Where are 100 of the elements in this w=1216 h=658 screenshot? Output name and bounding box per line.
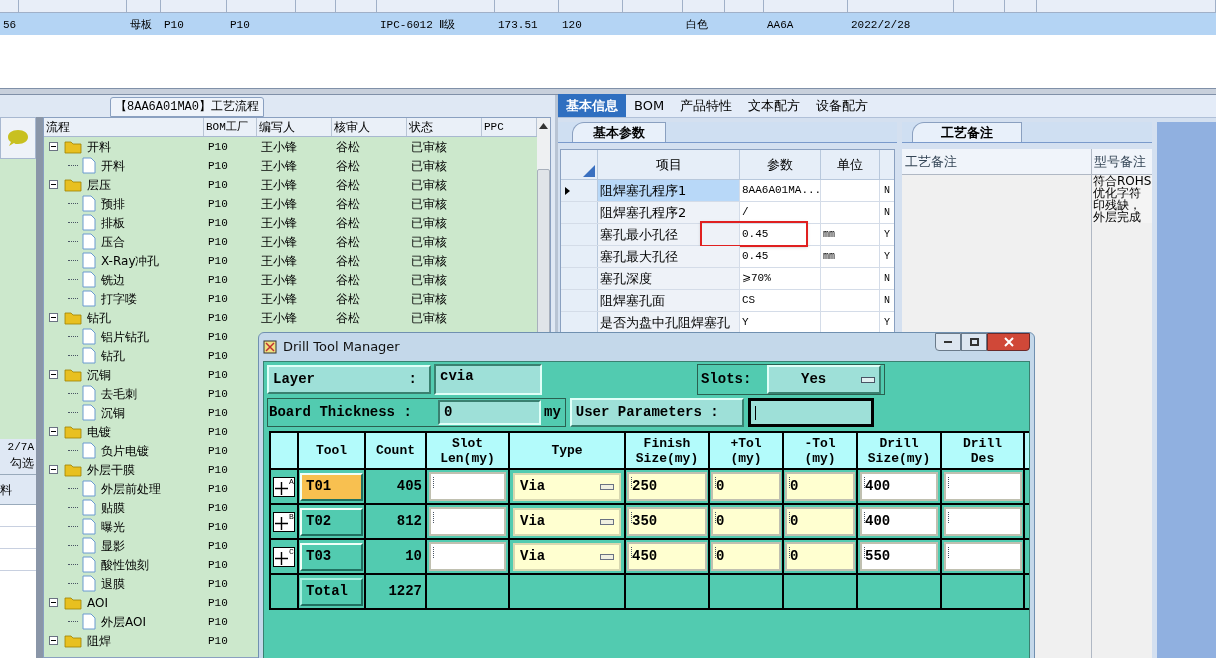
input-field[interactable]: 0 [785, 472, 855, 501]
tab[interactable]: 设备配方 [808, 94, 877, 117]
flow-step-name[interactable]: 开料 [101, 156, 125, 175]
expand-button[interactable]: A [273, 476, 295, 497]
collapse-toggle[interactable] [49, 465, 58, 474]
input-field[interactable]: 400 [860, 507, 938, 536]
input-field[interactable] [943, 542, 1022, 571]
flow-step-name[interactable]: 铝片钻孔 [101, 327, 149, 346]
input-field[interactable]: 250 [627, 472, 707, 501]
input-field[interactable] [429, 542, 506, 571]
thickness-field[interactable]: 0 [438, 400, 541, 425]
table-cell: IPC-6012 Ⅱ级 [380, 18, 456, 31]
input-field[interactable]: 450 [627, 542, 707, 571]
flow-step-name[interactable]: 显影 [101, 536, 125, 555]
table-cell: P10 [208, 578, 228, 591]
minimize-button[interactable] [935, 333, 961, 351]
row-header[interactable] [561, 180, 598, 201]
table-row[interactable]: 塞孔最大孔径 0.45 mm Y [561, 246, 894, 268]
tab[interactable]: 基本信息 [558, 94, 626, 117]
input-field[interactable] [943, 507, 1022, 536]
dropdown-icon [861, 376, 875, 383]
input-field[interactable] [943, 472, 1022, 501]
collapse-toggle[interactable] [49, 598, 58, 607]
tab[interactable]: 产品特性 [672, 94, 741, 117]
splitter[interactable] [0, 88, 1216, 95]
table-cell: P10 [208, 597, 228, 610]
close-button[interactable] [987, 333, 1030, 351]
flow-step-name[interactable]: 层压 [87, 175, 111, 194]
flow-step-name[interactable]: 外层AOI [101, 612, 146, 631]
expand-button[interactable]: B [273, 511, 295, 532]
slots-dropdown[interactable]: Yes [767, 365, 881, 394]
flow-step-name[interactable]: 贴膜 [101, 498, 125, 517]
flow-step-name[interactable]: 钻孔 [87, 308, 111, 327]
flow-step-name[interactable]: 去毛刺 [101, 384, 137, 403]
type-dropdown[interactable]: Via [513, 472, 621, 501]
flow-step-name[interactable]: X-Ray冲孔 [101, 251, 160, 270]
flow-step-name[interactable]: 铣边 [101, 270, 125, 289]
slots-label: Slots: [701, 370, 753, 389]
flow-step-name[interactable]: 酸性蚀刻 [101, 555, 149, 574]
flow-step-name[interactable]: 预排 [101, 194, 125, 213]
expand-button[interactable]: C [273, 546, 295, 567]
flow-step-name[interactable]: 外层前处理 [101, 479, 161, 498]
tool-button[interactable]: T02 [300, 507, 363, 536]
type-dropdown[interactable]: Via [513, 507, 621, 536]
tool-count: 812 [396, 512, 422, 531]
flow-step-name[interactable]: 电镀 [87, 422, 111, 441]
collapse-toggle[interactable] [49, 180, 58, 189]
flow-step-name[interactable]: 打字喽 [101, 289, 137, 308]
input-field[interactable]: 350 [627, 507, 707, 536]
flow-step-name[interactable]: 排板 [101, 213, 125, 232]
table-row[interactable]: 阻焊塞孔程序2 / N [561, 202, 894, 224]
user-parameters-button[interactable]: User Parameters : [569, 398, 744, 427]
flow-step-name[interactable]: 曝光 [101, 517, 125, 536]
collapse-toggle[interactable] [49, 427, 58, 436]
flow-step-name[interactable]: 外层干膜 [87, 460, 135, 479]
input-field[interactable]: 400 [860, 472, 938, 501]
table-cell: 阻焊塞孔程序1 [598, 180, 740, 201]
table-row[interactable]: 阻焊塞孔面 CS N [561, 290, 894, 312]
collapse-toggle[interactable] [49, 313, 58, 322]
input-field[interactable] [429, 507, 506, 536]
flow-step-name[interactable]: 退膜 [101, 574, 125, 593]
flow-step-name[interactable]: 阻焊 [87, 631, 111, 650]
input-field[interactable]: 0 [711, 472, 781, 501]
collapse-toggle[interactable] [49, 370, 58, 379]
tab[interactable]: 文本配方 [740, 94, 809, 117]
table-cell: 谷松 [336, 291, 360, 306]
input-field[interactable]: 0 [785, 507, 855, 536]
flow-step-name[interactable]: 开料 [87, 137, 111, 156]
flow-step-name[interactable]: 压合 [101, 232, 125, 251]
input-field[interactable] [429, 472, 506, 501]
document-icon [82, 385, 96, 402]
maximize-button[interactable] [961, 333, 987, 351]
user-parameters-field[interactable] [747, 398, 874, 427]
tool-button[interactable]: T01 [300, 472, 363, 501]
tab[interactable]: BOM [626, 94, 673, 117]
tab[interactable]: 基本参数 [572, 122, 666, 142]
collapse-toggle[interactable] [49, 636, 58, 645]
layer-button[interactable]: Layer : [267, 365, 431, 394]
document-icon [82, 252, 96, 269]
folder-icon [64, 595, 82, 610]
flow-step-name[interactable]: 负片电镀 [101, 441, 149, 460]
layer-field[interactable]: cvia [434, 364, 542, 395]
collapse-toggle[interactable] [49, 142, 58, 151]
tool-button[interactable]: T03 [300, 542, 363, 571]
total-button[interactable]: Total [300, 577, 363, 606]
flow-step-name[interactable]: 沉铜 [101, 403, 125, 422]
input-field[interactable]: 0 [785, 542, 855, 571]
flow-step-name[interactable]: 沉铜 [87, 365, 111, 384]
flow-step-name[interactable]: 钻孔 [101, 346, 125, 365]
type-dropdown[interactable]: Via [513, 542, 621, 571]
table-row[interactable]: 阻焊塞孔程序1 8AA6A01MA... N [561, 180, 894, 202]
tab[interactable]: 工艺备注 [912, 122, 1022, 142]
input-field[interactable]: 0 [711, 507, 781, 536]
input-field[interactable]: 550 [860, 542, 938, 571]
flow-step-name[interactable]: AOI [87, 593, 108, 612]
table-row[interactable]: 56 母板 P10 P10 IPC-6012 Ⅱ级 173.51 120 白色 AA6A 2022/2/28 [0, 13, 1216, 35]
table-row[interactable]: 塞孔深度 ⩾70% N [561, 268, 894, 290]
tool-count: 405 [396, 477, 422, 496]
app-icon [263, 340, 277, 354]
input-field[interactable]: 0 [711, 542, 781, 571]
